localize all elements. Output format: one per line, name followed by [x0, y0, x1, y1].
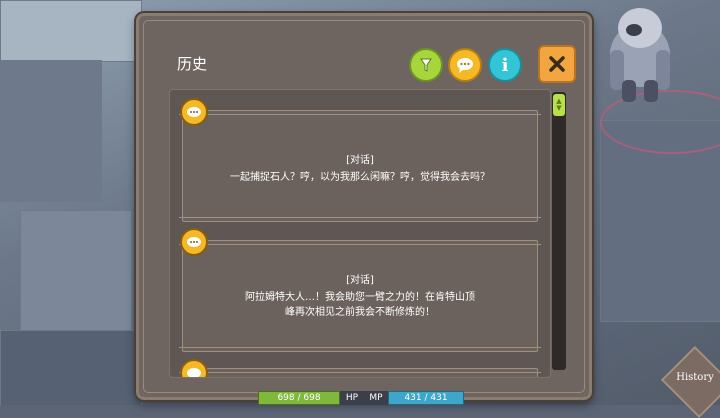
- entry-frame: [179, 368, 541, 377]
- yeti-monster: [610, 8, 670, 102]
- hp-bar: 698 / 698: [258, 391, 340, 405]
- mp-bar: 431 / 431: [388, 391, 464, 405]
- speech-bubble-icon: [457, 58, 473, 73]
- entry-text: 阿拉姆特大人…！我会助您一臂之力的！在肯特山顶峰再次相见之前我会不断修炼的！: [245, 292, 475, 318]
- dialogue-filter-button[interactable]: [448, 48, 482, 82]
- history-button-label[interactable]: History: [670, 372, 720, 383]
- stone-wall: [0, 0, 142, 62]
- scrollbar-thumb[interactable]: ▲ ▼: [553, 94, 565, 116]
- entry-frame: [对话] 阿拉姆特大人…！我会助您一臂之力的！在肯特山顶峰再次相见之前我会不断修…: [179, 240, 541, 352]
- hp-label: HP: [340, 391, 364, 405]
- stone-wall: [0, 330, 142, 405]
- dialog-title: 历史: [177, 55, 208, 73]
- history-list[interactable]: [对话] 一起捕捉石人？哼，以为我那么闲嘛？哼，觉得我会去吗？ [对话] 阿拉姆…: [169, 89, 551, 378]
- filter-icon: [420, 58, 432, 72]
- scrollbar[interactable]: ▲ ▼: [552, 92, 566, 370]
- close-icon: [549, 56, 565, 72]
- entry-tag: [对话]: [346, 155, 374, 166]
- mp-label: MP: [364, 391, 388, 405]
- status-hud: 698 / 698 HP MP 431 / 431: [258, 391, 464, 405]
- close-button[interactable]: [538, 45, 576, 83]
- history-dialog: 历史 i [对话] 一起捕捉石人？哼，以为我那么闲嘛？哼，觉得我会去吗？ [对话…: [136, 13, 592, 400]
- stone-wall: [20, 210, 132, 332]
- info-icon: i: [501, 54, 509, 76]
- info-button[interactable]: i: [488, 48, 522, 82]
- speech-bubble-icon: [180, 228, 208, 256]
- entry-frame: [对话] 一起捕捉石人？哼，以为我那么闲嘛？哼，觉得我会去吗？: [179, 110, 541, 222]
- speech-bubble-icon: [180, 359, 208, 377]
- speech-bubble-icon: [180, 98, 208, 126]
- filter-button[interactable]: [409, 48, 443, 82]
- stone-wall: [0, 60, 102, 202]
- entry-tag: [对话]: [346, 275, 374, 286]
- entry-text: 一起捕捉石人？哼，以为我那么闲嘛？哼，觉得我会去吗？: [230, 172, 490, 183]
